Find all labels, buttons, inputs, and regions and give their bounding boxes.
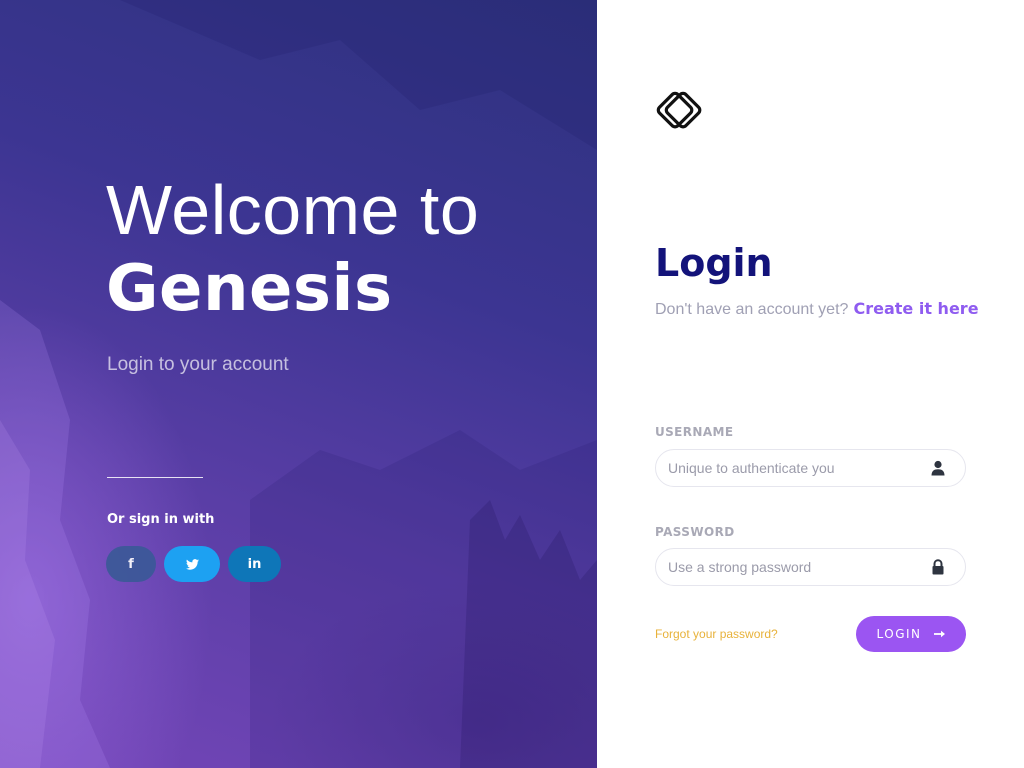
login-button-label: LOGIN (876, 627, 922, 641)
facebook-icon: f (128, 556, 134, 572)
create-account-link[interactable]: Create it here (854, 299, 979, 318)
password-input[interactable] (668, 549, 918, 585)
login-button[interactable]: LOGIN (856, 616, 966, 652)
hero-tagline: Login to your account (107, 354, 289, 375)
facebook-signin-button[interactable]: f (106, 546, 156, 582)
login-title: Login (655, 241, 773, 285)
hero-divider (107, 477, 203, 478)
lock-icon (932, 559, 944, 575)
user-icon (931, 460, 945, 476)
linkedin-signin-button[interactable]: in (228, 546, 281, 582)
signup-prompt: Don't have an account yet? Create it her… (655, 299, 979, 319)
password-label: PASSWORD (655, 525, 735, 539)
username-field-wrapper (655, 449, 966, 487)
linkedin-icon: in (247, 556, 262, 572)
welcome-heading: Welcome to (106, 171, 480, 249)
signup-prompt-text: Don't have an account yet? (655, 301, 849, 318)
background-mountains-image (0, 0, 597, 768)
arrow-right-icon (933, 630, 945, 638)
twitter-signin-button[interactable] (164, 546, 220, 582)
brand-heading: Genesis (106, 252, 393, 326)
login-panel: Login Don't have an account yet? Create … (597, 0, 1024, 768)
social-signin-label: Or sign in with (107, 512, 215, 527)
twitter-icon (185, 558, 199, 570)
forgot-password-link[interactable]: Forgot your password? (655, 627, 778, 641)
username-label: USERNAME (655, 425, 734, 439)
hero-panel: Welcome to Genesis Login to your account… (0, 0, 597, 768)
password-field-wrapper (655, 548, 966, 586)
diamond-logo-icon (656, 91, 702, 129)
username-input[interactable] (668, 450, 918, 486)
